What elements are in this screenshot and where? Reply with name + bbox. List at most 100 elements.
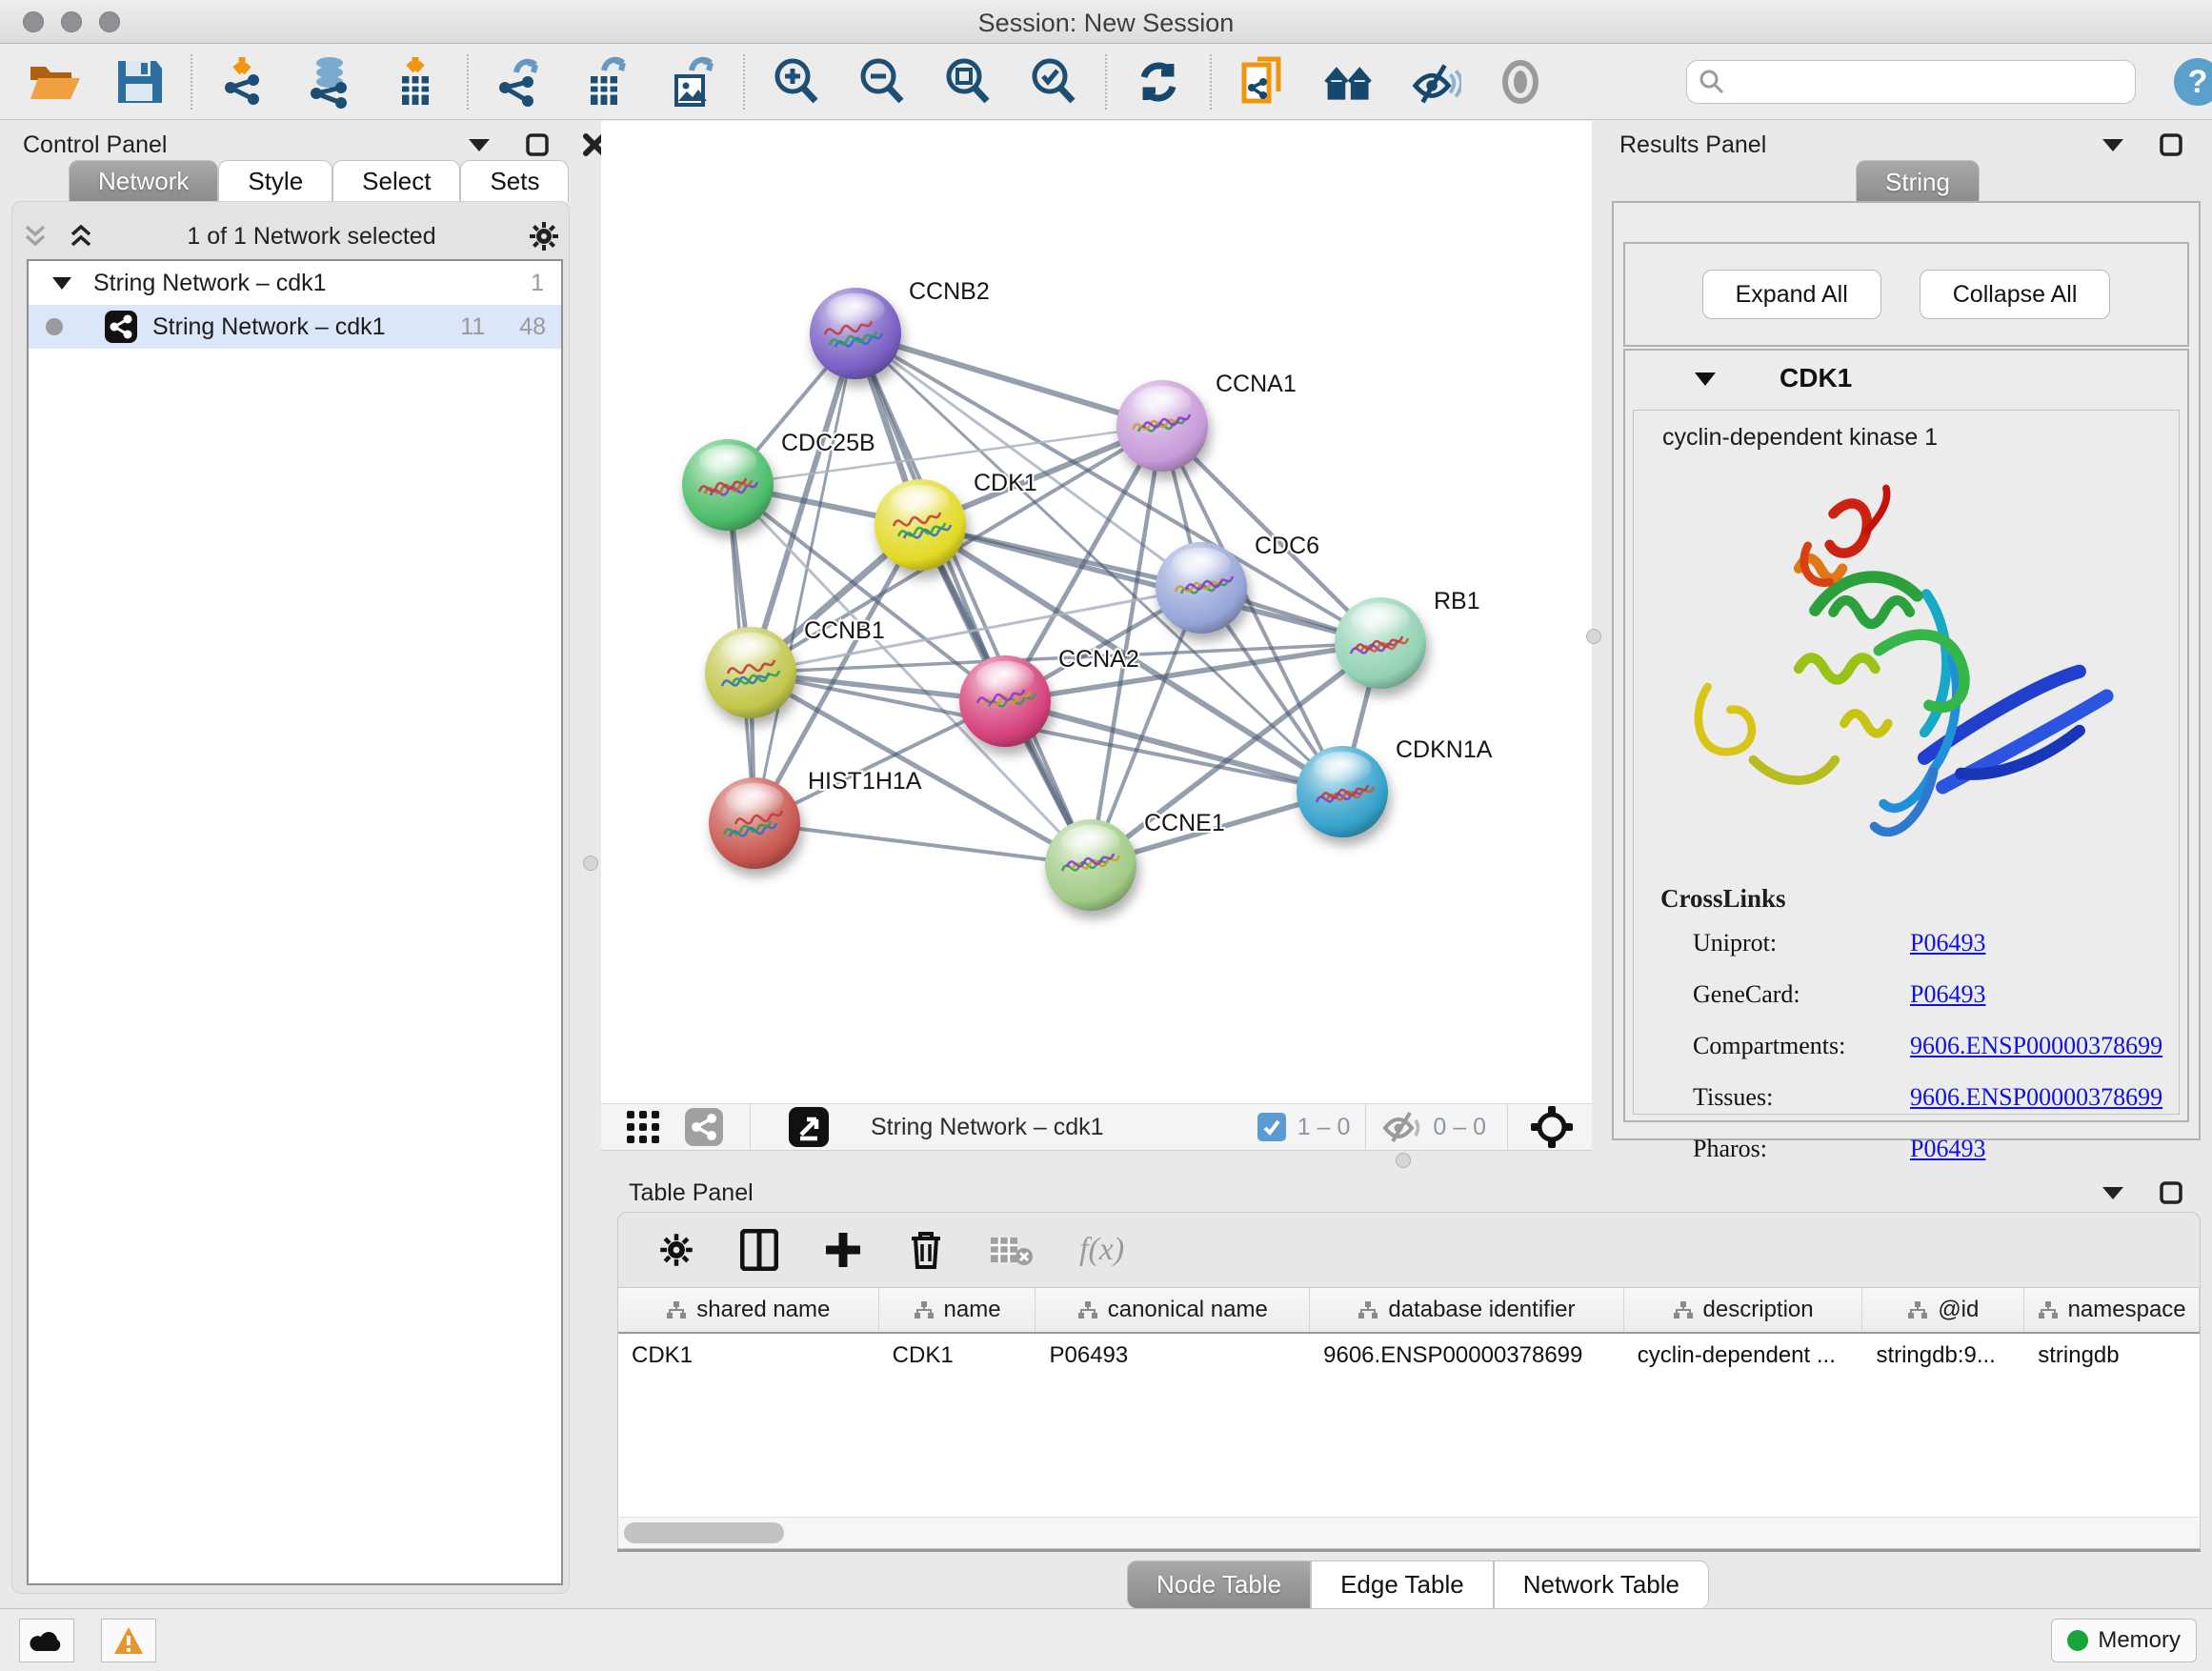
network-view-toolbar: String Network – cdk1 1 – 0 0 – 0 bbox=[601, 1103, 1592, 1151]
network-collection-row[interactable]: String Network – cdk1 1 bbox=[29, 261, 561, 305]
memory-button[interactable]: Memory bbox=[2051, 1619, 2197, 1662]
column-header-shared-name[interactable]: shared name bbox=[618, 1288, 879, 1332]
scrollbar-thumb[interactable] bbox=[624, 1522, 784, 1543]
crosslink-link[interactable]: P06493 bbox=[1910, 980, 1985, 1009]
results-panel-float-icon[interactable] bbox=[2101, 136, 2125, 153]
refresh-icon[interactable] bbox=[1132, 55, 1185, 109]
node-label: CCNE1 bbox=[1144, 810, 1225, 836]
grid-view-icon[interactable] bbox=[626, 1110, 660, 1144]
collapse-all-networks-icon[interactable] bbox=[21, 224, 50, 249]
function-builder-icon[interactable]: f(x) bbox=[1079, 1232, 1124, 1268]
clone-network-icon[interactable] bbox=[1237, 55, 1290, 109]
zoom-in-icon[interactable] bbox=[770, 55, 823, 109]
network-node-RB1[interactable]: RB1 bbox=[1335, 588, 1480, 689]
crosslink-link[interactable]: 9606.ENSP00000378699 bbox=[1910, 1032, 2162, 1060]
show-all-networks-icon[interactable] bbox=[1322, 55, 1376, 109]
tree-expand-icon[interactable] bbox=[51, 275, 72, 291]
table-panel-float-icon[interactable] bbox=[2101, 1184, 2125, 1201]
hide-selected-icon[interactable] bbox=[1408, 55, 1461, 109]
selected-count: 1 – 0 bbox=[1297, 1114, 1351, 1141]
save-session-icon[interactable] bbox=[112, 55, 166, 109]
expand-all-button[interactable]: Expand All bbox=[1702, 270, 1881, 319]
results-panel-maximize-icon[interactable] bbox=[2160, 133, 2182, 156]
table-cell[interactable]: cyclin-dependent ... bbox=[1624, 1334, 1863, 1378]
gene-collapse-icon[interactable] bbox=[1694, 371, 1717, 387]
show-selected-icon[interactable] bbox=[1494, 55, 1547, 109]
zoom-selected-icon[interactable] bbox=[1027, 55, 1080, 109]
table-row[interactable]: CDK1CDK1P064939606.ENSP00000378699cyclin… bbox=[618, 1334, 2200, 1378]
table-cell[interactable]: CDK1 bbox=[618, 1334, 879, 1378]
delete-table-icon[interactable] bbox=[990, 1234, 1034, 1266]
string-results-buttons: Expand All Collapse All bbox=[1623, 242, 2189, 347]
svg-text:?: ? bbox=[2188, 64, 2208, 100]
delete-column-icon[interactable] bbox=[908, 1229, 944, 1271]
memory-label: Memory bbox=[2098, 1627, 2181, 1654]
tab-edge-table[interactable]: Edge Table bbox=[1311, 1560, 1494, 1608]
crosslink-link[interactable]: P06493 bbox=[1910, 1135, 1985, 1163]
network-node-CCNA1[interactable]: CCNA1 bbox=[1116, 371, 1297, 472]
add-column-icon[interactable] bbox=[824, 1231, 862, 1269]
network-view-icon[interactable] bbox=[685, 1108, 723, 1146]
control-panel-float-icon[interactable] bbox=[467, 136, 492, 153]
network-node-HIST1H1A[interactable]: HIST1H1A bbox=[709, 768, 922, 869]
tab-node-table[interactable]: Node Table bbox=[1127, 1560, 1311, 1608]
show-columns-icon[interactable] bbox=[740, 1229, 778, 1271]
network-node-CDKN1A[interactable]: CDKN1A bbox=[1297, 736, 1493, 837]
column-header-database-identifier[interactable]: database identifier bbox=[1310, 1288, 1624, 1332]
tab-string[interactable]: String bbox=[1856, 160, 1980, 204]
cloud-status-button[interactable] bbox=[19, 1619, 74, 1662]
tab-network-table[interactable]: Network Table bbox=[1494, 1560, 1709, 1608]
column-type-icon bbox=[914, 1300, 935, 1319]
table-cell[interactable]: stringdb bbox=[2024, 1334, 2200, 1378]
tab-sets[interactable]: Sets bbox=[460, 160, 569, 202]
table-panel-maximize-icon[interactable] bbox=[2160, 1181, 2182, 1204]
left-splitter-handle[interactable] bbox=[583, 856, 598, 871]
crosslink-link[interactable]: P06493 bbox=[1910, 929, 1985, 957]
search-input[interactable] bbox=[1725, 69, 2135, 95]
tab-select[interactable]: Select bbox=[332, 160, 460, 202]
collapse-all-button[interactable]: Collapse All bbox=[1920, 270, 2111, 319]
zoom-fit-icon[interactable] bbox=[941, 55, 995, 109]
crosslink-label: Uniprot: bbox=[1693, 929, 1910, 957]
column-header--id[interactable]: @id bbox=[1862, 1288, 2024, 1332]
crosslink-link[interactable]: 9606.ENSP00000378699 bbox=[1910, 1083, 2162, 1112]
export-image-icon[interactable] bbox=[665, 55, 718, 109]
table-cell[interactable]: 9606.ENSP00000378699 bbox=[1310, 1334, 1624, 1378]
table-options-gear-icon[interactable] bbox=[658, 1232, 694, 1268]
zoom-out-icon[interactable] bbox=[855, 55, 909, 109]
birds-eye-view-icon[interactable] bbox=[1529, 1104, 1575, 1150]
selected-nodes-checkbox[interactable] bbox=[1257, 1113, 1286, 1141]
network-row[interactable]: String Network – cdk1 11 48 bbox=[29, 305, 561, 349]
help-icon[interactable]: ? bbox=[2172, 56, 2212, 108]
table-cell[interactable]: stringdb:9... bbox=[1862, 1334, 2024, 1378]
network-node-CDC25B[interactable]: CDC25B bbox=[682, 430, 875, 531]
expand-all-networks-icon[interactable] bbox=[67, 224, 95, 249]
column-header-description[interactable]: description bbox=[1624, 1288, 1863, 1332]
column-header-canonical-name[interactable]: canonical name bbox=[1036, 1288, 1310, 1332]
table-horizontal-scrollbar[interactable] bbox=[617, 1517, 2201, 1549]
export-table-icon[interactable] bbox=[579, 55, 633, 109]
network-options-gear-icon[interactable] bbox=[528, 220, 560, 252]
toolbar-separator bbox=[1507, 1104, 1508, 1150]
network-node-CCNE1[interactable]: CCNE1 bbox=[1045, 810, 1225, 911]
right-splitter-handle[interactable] bbox=[1586, 629, 1601, 644]
detach-view-icon[interactable] bbox=[789, 1107, 829, 1147]
control-panel-maximize-icon[interactable] bbox=[526, 133, 549, 156]
tab-style[interactable]: Style bbox=[218, 160, 332, 202]
column-header-namespace[interactable]: namespace bbox=[2024, 1288, 2200, 1332]
import-table-from-file-icon[interactable] bbox=[389, 55, 442, 109]
node-label: CDKN1A bbox=[1396, 736, 1493, 763]
import-network-from-file-icon[interactable] bbox=[217, 55, 271, 109]
export-network-icon[interactable] bbox=[493, 55, 547, 109]
table-cell[interactable]: CDK1 bbox=[879, 1334, 1036, 1378]
tab-network[interactable]: Network bbox=[69, 160, 218, 202]
bottom-splitter-handle[interactable] bbox=[1396, 1153, 1411, 1168]
open-session-icon[interactable] bbox=[27, 55, 80, 109]
import-network-from-database-icon[interactable] bbox=[303, 55, 356, 109]
warnings-button[interactable] bbox=[101, 1619, 156, 1662]
hidden-items-eye-icon[interactable] bbox=[1381, 1111, 1421, 1143]
network-canvas[interactable]: CCNB2CCNA1CDC25BCDK1CDC6RB1CCNB1CCNA2CDK… bbox=[601, 121, 1592, 1103]
table-cell[interactable]: P06493 bbox=[1036, 1334, 1310, 1378]
crosslink-label: GeneCard: bbox=[1693, 980, 1910, 1009]
column-header-name[interactable]: name bbox=[879, 1288, 1036, 1332]
